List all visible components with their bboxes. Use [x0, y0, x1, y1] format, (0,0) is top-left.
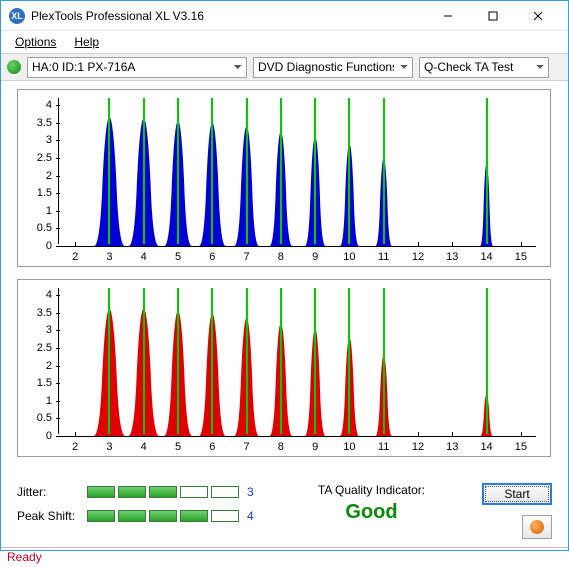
test-select[interactable]: Q-Check TA Test — [419, 57, 549, 78]
close-button[interactable] — [515, 2, 560, 30]
drive-status-icon — [7, 60, 21, 74]
bar-segment — [180, 486, 208, 498]
menubar: Options Help — [1, 31, 568, 53]
window-title: PlexTools Professional XL V3.16 — [31, 9, 425, 23]
menu-options[interactable]: Options — [7, 33, 64, 51]
bottom-panel: Jitter: 3 Peak Shift: 4 TA Quality Indic… — [1, 473, 568, 547]
bar-segment — [211, 510, 239, 522]
quality-label: TA Quality Indicator: — [318, 483, 425, 497]
bar-segment — [211, 486, 239, 498]
quality-indicator: TA Quality Indicator: Good — [261, 477, 482, 524]
menu-help[interactable]: Help — [66, 33, 107, 51]
status-bar: Ready — [1, 547, 568, 567]
minimize-button[interactable] — [425, 2, 470, 30]
function-select[interactable]: DVD Diagnostic Functions — [253, 57, 413, 78]
close-icon — [533, 11, 543, 21]
minimize-icon — [443, 11, 453, 21]
bar-segment — [87, 486, 115, 498]
toolbar: HA:0 ID:1 PX-716A DVD Diagnostic Functio… — [1, 53, 568, 81]
chart-bottom: 00.511.522.533.5423456789101112131415 — [17, 279, 551, 457]
quality-value: Good — [345, 501, 397, 524]
peakshift-value: 4 — [247, 509, 261, 523]
metric-peakshift: Peak Shift: 4 — [17, 509, 261, 523]
peakshift-label: Peak Shift: — [17, 509, 79, 523]
maximize-button[interactable] — [470, 2, 515, 30]
bar-segment — [149, 486, 177, 498]
peakshift-bars — [87, 510, 239, 522]
maximize-icon — [488, 11, 498, 21]
titlebar: XL PlexTools Professional XL V3.16 — [1, 1, 568, 31]
bar-segment — [118, 486, 146, 498]
jitter-label: Jitter: — [17, 485, 79, 499]
app-icon: XL — [9, 8, 25, 24]
settings-button[interactable] — [522, 515, 552, 539]
drive-select[interactable]: HA:0 ID:1 PX-716A — [27, 57, 247, 78]
start-button[interactable]: Start — [482, 483, 552, 505]
status-text: Ready — [7, 550, 42, 564]
bar-segment — [87, 510, 115, 522]
bar-segment — [149, 510, 177, 522]
metrics: Jitter: 3 Peak Shift: 4 — [17, 477, 261, 523]
content-area: 00.511.522.533.5423456789101112131415 00… — [1, 81, 568, 473]
chart-top: 00.511.522.533.5423456789101112131415 — [17, 89, 551, 267]
jitter-bars — [87, 486, 239, 498]
metric-jitter: Jitter: 3 — [17, 485, 261, 499]
jitter-value: 3 — [247, 485, 261, 499]
gear-icon — [530, 520, 544, 534]
actions: Start — [482, 477, 552, 539]
bar-segment — [118, 510, 146, 522]
bar-segment — [180, 510, 208, 522]
